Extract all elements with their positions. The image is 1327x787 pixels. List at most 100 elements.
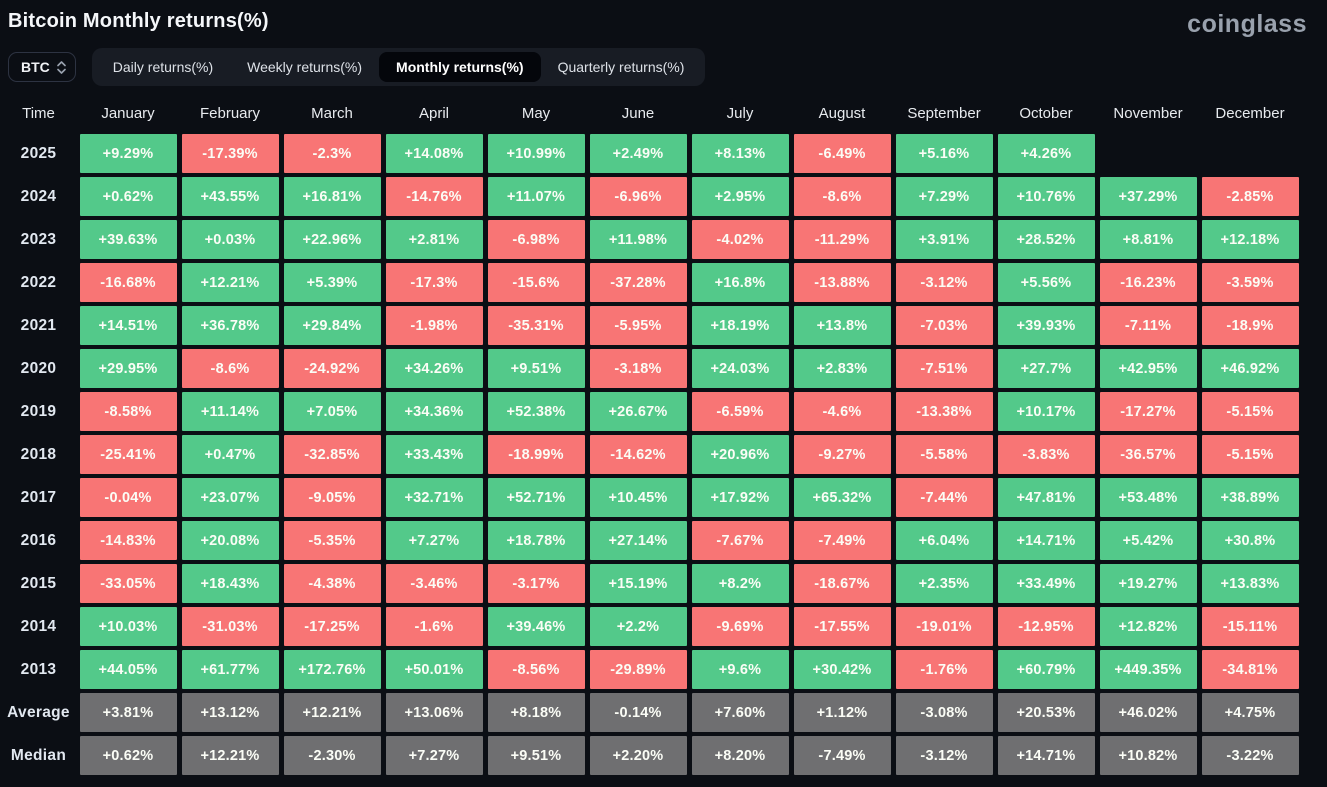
return-cell: +39.46%: [487, 607, 585, 646]
return-cell: +14.51%: [79, 306, 177, 345]
return-cell: -3.17%: [487, 564, 585, 603]
return-cell: -9.69%: [691, 607, 789, 646]
return-cell: -14.62%: [589, 435, 687, 474]
return-cell: +27.14%: [589, 521, 687, 560]
year-label: 2018: [20, 445, 57, 463]
return-cell: -6.98%: [487, 220, 585, 259]
return-cell: -31.03%: [181, 607, 279, 646]
year-label: 2019: [20, 402, 57, 420]
return-cell: +2.95%: [691, 177, 789, 216]
return-cell: -7.44%: [895, 478, 993, 517]
return-cell: -3.12%: [895, 736, 993, 775]
return-cell: +17.92%: [691, 478, 789, 517]
return-cell: -13.88%: [793, 263, 891, 302]
return-cell: +11.07%: [487, 177, 585, 216]
return-cell: +14.71%: [997, 736, 1095, 775]
return-cell: +7.05%: [283, 392, 381, 431]
return-cell: +33.49%: [997, 564, 1095, 603]
return-cell: -1.76%: [895, 650, 993, 689]
summary-label: Average: [7, 703, 70, 721]
return-cell: +9.51%: [487, 736, 585, 775]
return-cell: +39.93%: [997, 306, 1095, 345]
return-cell: -14.76%: [385, 177, 483, 216]
table-header-row: Time January February March April May June July…: [0, 94, 1301, 132]
return-cell: +8.81%: [1099, 220, 1197, 259]
year-label: 2013: [20, 660, 57, 678]
return-cell: +20.53%: [997, 693, 1095, 732]
return-cell: -9.05%: [283, 478, 381, 517]
column-header-may: May: [521, 104, 551, 122]
return-cell: +61.77%: [181, 650, 279, 689]
symbol-select-value: BTC: [21, 59, 50, 75]
toolbar: BTC Daily returns(%) Weekly returns(%) Mon…: [8, 48, 1327, 86]
return-cell: +30.42%: [793, 650, 891, 689]
return-cell: +47.81%: [997, 478, 1095, 517]
table-row-average: Average +3.81% +13.12% +12.21% +13.06% +8.18%…: [0, 691, 1301, 734]
return-cell: +7.27%: [385, 521, 483, 560]
year-label: 2014: [20, 617, 57, 635]
column-header-january: January: [101, 104, 155, 122]
return-cell: +38.89%: [1201, 478, 1299, 517]
return-cell: -1.98%: [385, 306, 483, 345]
return-cell: -0.14%: [589, 693, 687, 732]
return-cell: +43.55%: [181, 177, 279, 216]
return-cell: +13.83%: [1201, 564, 1299, 603]
return-cell: +0.03%: [181, 220, 279, 259]
return-cell: +16.81%: [283, 177, 381, 216]
return-cell: -15.6%: [487, 263, 585, 302]
return-cell: +34.26%: [385, 349, 483, 388]
table-row-2015: 2015 -33.05% +18.43% -4.38% -3.46% -3.17% +15.…: [0, 562, 1301, 605]
year-label: 2017: [20, 488, 57, 506]
return-cell: -4.38%: [283, 564, 381, 603]
return-cell: +46.92%: [1201, 349, 1299, 388]
column-header-october: October: [1019, 104, 1073, 122]
return-cell: -16.23%: [1099, 263, 1197, 302]
return-cell: +10.17%: [997, 392, 1095, 431]
table-row-2018: 2018 -25.41% +0.47% -32.85% +33.43% -18.99% -1…: [0, 433, 1301, 476]
return-cell: +12.21%: [283, 693, 381, 732]
tab-quarterly-returns[interactable]: Quarterly returns(%): [541, 52, 702, 82]
return-cell: +24.03%: [691, 349, 789, 388]
return-cell: -6.49%: [793, 134, 891, 173]
return-cell: +11.98%: [589, 220, 687, 259]
return-cell: +1.12%: [793, 693, 891, 732]
return-cell: -8.56%: [487, 650, 585, 689]
year-label: 2016: [20, 531, 57, 549]
return-cell: -17.55%: [793, 607, 891, 646]
tab-daily-returns[interactable]: Daily returns(%): [96, 52, 230, 82]
return-cell: -9.27%: [793, 435, 891, 474]
return-cell: +20.08%: [181, 521, 279, 560]
tab-monthly-returns[interactable]: Monthly returns(%): [379, 52, 541, 82]
table-row-2025: 2025 +9.29% -17.39% -2.3% +14.08% +10.99% +2.4…: [0, 132, 1301, 175]
return-cell: +13.8%: [793, 306, 891, 345]
tab-weekly-returns[interactable]: Weekly returns(%): [230, 52, 379, 82]
return-cell: +53.48%: [1099, 478, 1197, 517]
return-cell: -7.49%: [793, 736, 891, 775]
time-column-header: Time: [22, 104, 55, 122]
return-cell: -3.83%: [997, 435, 1095, 474]
return-cell: -3.08%: [895, 693, 993, 732]
return-cell: +44.05%: [79, 650, 177, 689]
return-cell: +15.19%: [589, 564, 687, 603]
year-label: 2015: [20, 574, 57, 592]
return-cell: -17.39%: [181, 134, 279, 173]
return-cell: -2.3%: [283, 134, 381, 173]
return-cell: +12.18%: [1201, 220, 1299, 259]
column-header-march: March: [311, 104, 353, 122]
return-cell: +10.03%: [79, 607, 177, 646]
return-cell: -5.58%: [895, 435, 993, 474]
return-cell: -2.85%: [1201, 177, 1299, 216]
return-cell: -7.67%: [691, 521, 789, 560]
return-cell: -1.6%: [385, 607, 483, 646]
return-cell: -35.31%: [487, 306, 585, 345]
return-cell: -18.99%: [487, 435, 585, 474]
return-cell: +5.39%: [283, 263, 381, 302]
return-cell: +7.29%: [895, 177, 993, 216]
return-cell: +0.62%: [79, 177, 177, 216]
symbol-select[interactable]: BTC: [8, 52, 76, 82]
return-cell: +8.2%: [691, 564, 789, 603]
return-cell: +8.13%: [691, 134, 789, 173]
year-label: 2025: [20, 144, 57, 162]
return-cell: -4.6%: [793, 392, 891, 431]
return-cell: +9.6%: [691, 650, 789, 689]
